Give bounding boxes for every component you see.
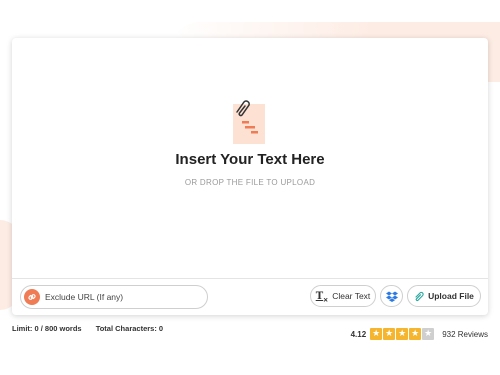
editor-toolbar: T✕ Clear Text Upload File: [12, 278, 488, 316]
clear-text-button[interactable]: T✕ Clear Text: [310, 285, 376, 307]
star-icon: ★: [409, 328, 422, 340]
clear-text-label: Clear Text: [332, 291, 371, 301]
reviews-count: 932 Reviews: [442, 329, 488, 339]
text-drop-zone[interactable]: Insert Your Text Here OR DROP THE FILE T…: [12, 38, 488, 278]
paperclip-document-icon: [230, 98, 268, 146]
upload-file-label: Upload File: [428, 291, 474, 301]
exclude-url-field: [20, 285, 208, 309]
word-limit: Limit: 0 / 800 words: [12, 324, 82, 333]
star-icon: ★: [396, 328, 409, 340]
upload-file-button[interactable]: Upload File: [407, 285, 481, 307]
exclude-url-input[interactable]: [45, 286, 203, 308]
star-icon: ★: [422, 328, 435, 340]
clear-format-icon: T✕: [315, 290, 329, 304]
page-title: Insert Your Text Here: [175, 151, 325, 168]
drop-hint: OR DROP THE FILE TO UPLOAD: [184, 178, 316, 187]
rating-value: 4.12: [350, 329, 367, 339]
dropbox-icon: [385, 291, 398, 302]
star-icon: ★: [383, 328, 396, 340]
link-icon[interactable]: [24, 289, 40, 305]
text-editor-card: Insert Your Text Here OR DROP THE FILE T…: [12, 38, 488, 315]
star-icon: ★: [370, 328, 383, 340]
word-stats: Limit: 0 / 800 words Total Characters: 0: [12, 324, 175, 333]
rating-stars: ★ ★ ★ ★ ★: [370, 328, 435, 340]
paperclip-icon: [415, 291, 424, 301]
dropbox-button[interactable]: [380, 285, 403, 307]
rating-summary: 4.12 ★ ★ ★ ★ ★ 932 Reviews: [351, 327, 488, 341]
character-count: Total Characters: 0: [95, 324, 164, 333]
